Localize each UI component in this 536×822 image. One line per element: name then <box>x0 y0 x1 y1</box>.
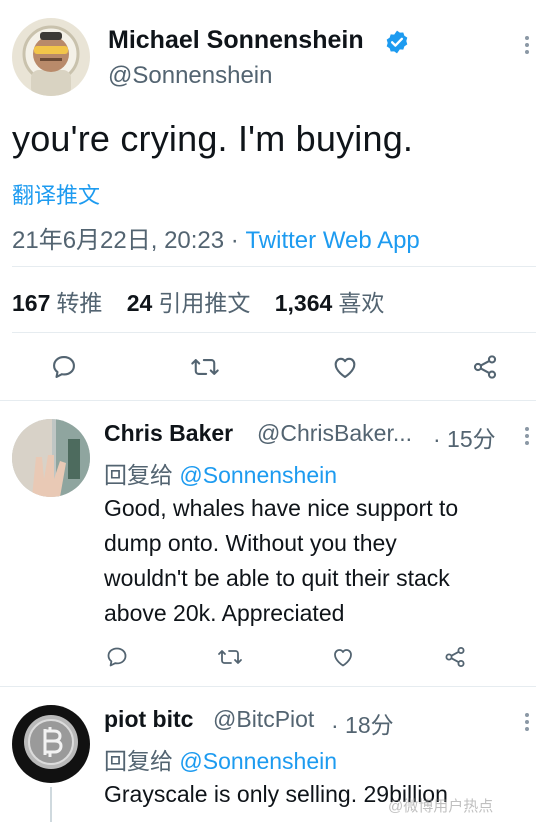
reply-icon[interactable] <box>105 645 129 669</box>
tweet-text: you're crying. I'm buying. <box>12 118 414 159</box>
reply-author-handle[interactable]: @ChrisBaker... <box>257 420 412 447</box>
watermark: @微博用户热点 <box>388 798 494 815</box>
reply-tweet: Chris Baker @ChrisBaker... · 15分 回复给 @So… <box>0 401 536 686</box>
tweet-source[interactable]: Twitter Web App <box>245 227 419 254</box>
reply-author-avatar[interactable] <box>12 705 90 783</box>
share-icon[interactable] <box>443 645 467 669</box>
reply-author-handle[interactable]: @BitcPiot <box>213 706 314 733</box>
retweet-icon[interactable] <box>190 353 220 381</box>
replying-to: 回复给 @Sonnenshein <box>104 748 338 774</box>
tweet-timestamp[interactable]: 21年6月22日, 20:23 · <box>12 227 245 254</box>
more-options-icon[interactable] <box>522 36 532 57</box>
tweet-stats: 167 转推 24 引用推文 1,364 喜欢 <box>12 284 402 318</box>
tweet-meta: 21年6月22日, 20:23 · Twitter Web App <box>12 220 420 255</box>
author-avatar[interactable] <box>12 18 90 96</box>
share-icon[interactable] <box>471 353 499 381</box>
reply-author-name[interactable]: piot bitc <box>104 706 193 733</box>
replying-to-handle[interactable]: @Sonnenshein <box>179 748 337 774</box>
divider <box>12 266 536 267</box>
reply-author-name[interactable]: Chris Baker <box>104 420 233 447</box>
more-options-icon[interactable] <box>522 713 532 734</box>
retweet-count[interactable]: 167 转推 <box>12 290 102 316</box>
replying-to-handle[interactable]: @Sonnenshein <box>179 462 337 488</box>
more-options-icon[interactable] <box>522 427 532 448</box>
reply-text: Good, whales have nice support to dump o… <box>104 495 459 626</box>
like-icon[interactable] <box>331 353 359 381</box>
reply-author-avatar[interactable] <box>12 419 90 497</box>
quote-count[interactable]: 24 引用推文 <box>127 290 251 316</box>
replying-to: 回复给 @Sonnenshein <box>104 462 338 488</box>
like-count[interactable]: 1,364 喜欢 <box>275 290 385 316</box>
verified-badge-icon <box>384 29 410 55</box>
retweet-icon[interactable] <box>217 645 243 669</box>
author-name[interactable]: Michael Sonnenshein <box>108 26 364 55</box>
thread-connector <box>50 787 52 822</box>
reply-icon[interactable] <box>50 353 78 381</box>
reply-time[interactable]: · 15分 <box>433 420 496 454</box>
main-tweet: Michael Sonnenshein @Sonnenshein you're … <box>0 0 536 400</box>
reply-tweet: piot bitc @BitcPiot · 18分 回复给 @Sonnenshe… <box>0 687 536 822</box>
divider <box>12 332 536 333</box>
reply-time[interactable]: · 18分 <box>331 706 394 740</box>
like-icon[interactable] <box>331 645 355 669</box>
translate-tweet-link[interactable]: 翻译推文 <box>12 178 100 210</box>
author-handle[interactable]: @Sonnenshein <box>108 62 272 90</box>
